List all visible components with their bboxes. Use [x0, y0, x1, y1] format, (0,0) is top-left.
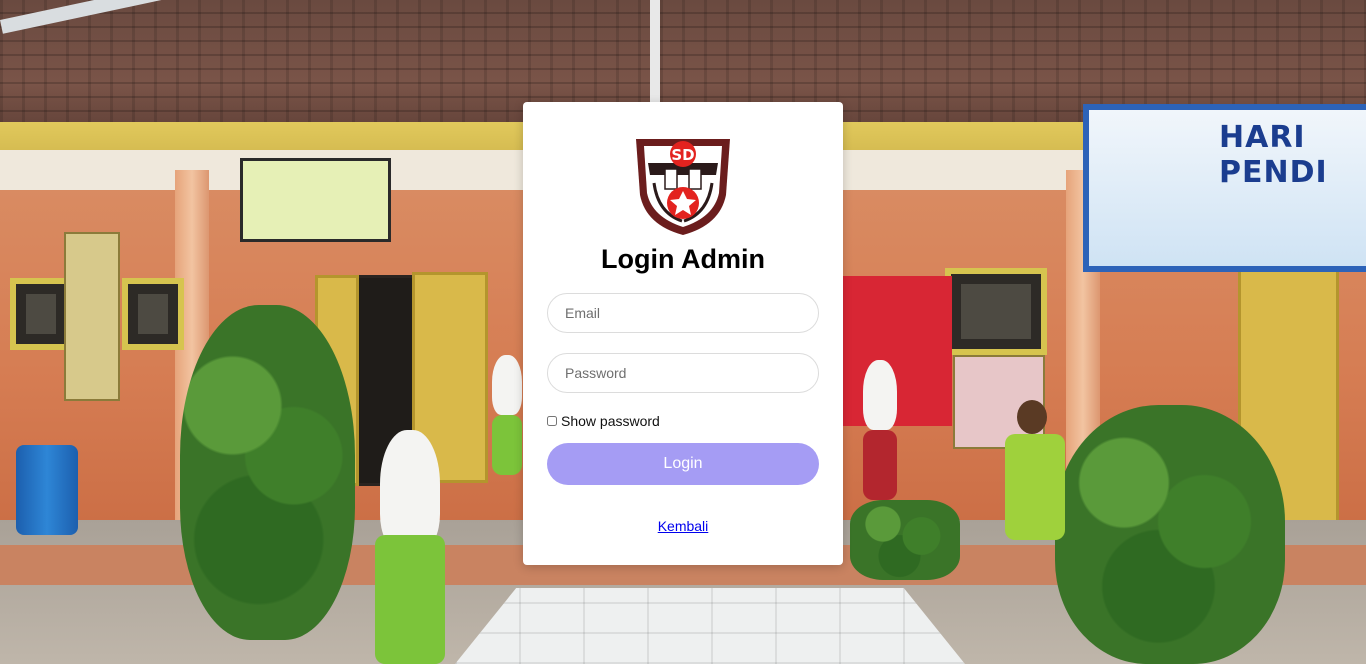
student: [855, 360, 905, 500]
email-field[interactable]: [547, 293, 819, 333]
window: [10, 278, 72, 350]
plant: [180, 305, 355, 640]
window: [122, 278, 184, 350]
back-link-container: Kembali: [523, 518, 843, 534]
tiled-path: [455, 588, 965, 664]
student: [490, 355, 525, 475]
student: [345, 425, 485, 664]
login-button[interactable]: Login: [547, 443, 819, 485]
banner-text: HARI PENDI: [1219, 120, 1328, 190]
back-link[interactable]: Kembali: [658, 518, 709, 534]
poster: [64, 232, 120, 401]
show-password-row[interactable]: Show password: [547, 412, 660, 430]
school-sign: [240, 158, 391, 242]
banner: HARI PENDI: [1083, 104, 1366, 272]
password-field[interactable]: [547, 353, 819, 393]
page-title: Login Admin: [601, 244, 765, 274]
window: [945, 268, 1047, 355]
show-password-label: Show password: [561, 413, 660, 429]
plant: [850, 500, 960, 580]
show-password-checkbox[interactable]: [547, 416, 557, 426]
logo-text: SD: [671, 146, 694, 164]
school-logo: SD: [636, 139, 730, 235]
plant: [1055, 405, 1285, 664]
blue-barrel: [16, 445, 78, 535]
login-card: SD Login Admin Show password Login Kemba…: [523, 102, 843, 565]
student: [995, 400, 1075, 540]
flag-pole: [650, 0, 660, 104]
